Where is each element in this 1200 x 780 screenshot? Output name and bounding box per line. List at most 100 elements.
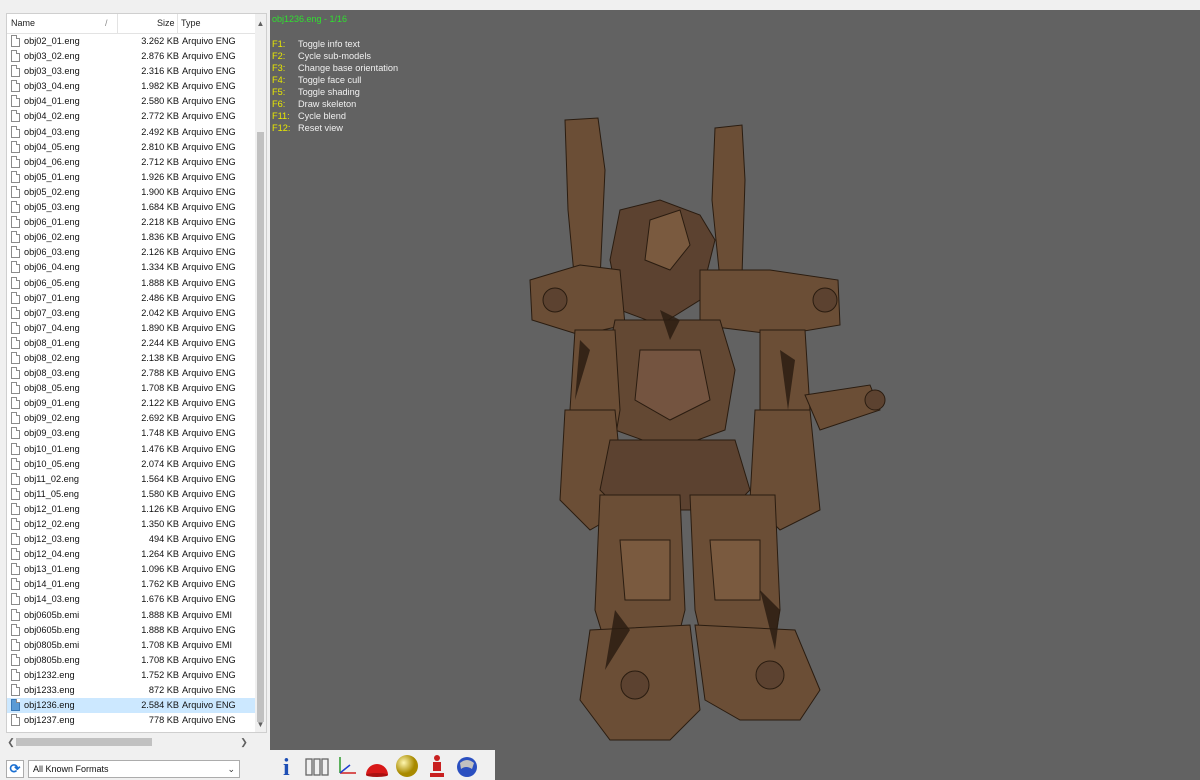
file-row[interactable]: obj14_01.eng 1.762 KB Arquivo ENG	[7, 577, 255, 592]
file-row[interactable]: obj11_05.eng 1.580 KB Arquivo ENG	[7, 487, 255, 502]
file-row[interactable]: obj06_01.eng 2.218 KB Arquivo ENG	[7, 215, 255, 230]
file-name: obj04_03.eng	[24, 126, 80, 137]
file-row[interactable]: obj03_02.eng 2.876 KB Arquivo ENG	[7, 49, 255, 64]
file-type: Arquivo ENG	[182, 247, 236, 258]
refresh-icon: ⟳	[9, 761, 21, 776]
shortcut-key: F1:	[272, 39, 286, 49]
file-row[interactable]: obj12_04.eng 1.264 KB Arquivo ENG	[7, 547, 255, 562]
file-row[interactable]: obj07_04.eng 1.890 KB Arquivo ENG	[7, 321, 255, 336]
file-row[interactable]: obj1236.eng 2.584 KB Arquivo ENG	[7, 698, 255, 714]
shortcut-key: F4:	[272, 75, 286, 85]
file-row[interactable]: obj0605b.eng 1.888 KB Arquivo ENG	[7, 623, 255, 638]
file-row[interactable]: obj03_04.eng 1.982 KB Arquivo ENG	[7, 79, 255, 94]
refresh-button[interactable]: ⟳	[6, 760, 24, 778]
file-row[interactable]: obj05_02.eng 1.900 KB Arquivo ENG	[7, 185, 255, 200]
file-row[interactable]: obj1232.eng 1.752 KB Arquivo ENG	[7, 668, 255, 683]
file-name: obj12_04.eng	[24, 549, 80, 560]
file-row[interactable]: obj13_01.eng 1.096 KB Arquivo ENG	[7, 562, 255, 577]
file-row[interactable]: obj10_01.eng 1.476 KB Arquivo ENG	[7, 442, 255, 457]
file-size: 1.926 KB	[141, 171, 179, 182]
shortcut-description: Change base orientation	[298, 63, 399, 73]
figure-button[interactable]	[422, 751, 452, 780]
file-type: Arquivo ENG	[182, 292, 236, 303]
file-row[interactable]: obj05_01.eng 1.926 KB Arquivo ENG	[7, 170, 255, 185]
vertical-scroll-thumb[interactable]	[257, 132, 264, 722]
horizontal-scrollbar[interactable]: ❮ ❯	[6, 736, 249, 748]
globe-button[interactable]	[452, 751, 482, 780]
file-row[interactable]: obj0805b.emi 1.708 KB Arquivo EMI	[7, 638, 255, 653]
robot-model[interactable]	[520, 110, 900, 750]
axes-button[interactable]	[332, 751, 362, 780]
file-name: obj07_04.eng	[24, 322, 80, 333]
file-type: Arquivo ENG	[182, 232, 236, 243]
file-type: Arquivo ENG	[182, 111, 236, 122]
vertical-scrollbar[interactable]: ▲ ▼	[255, 14, 266, 732]
file-row[interactable]: obj08_05.eng 1.708 KB Arquivo ENG	[7, 381, 255, 396]
file-row[interactable]: obj14_03.eng 1.676 KB Arquivo ENG	[7, 592, 255, 607]
file-name: obj12_03.eng	[24, 534, 80, 545]
file-row[interactable]: obj06_03.eng 2.126 KB Arquivo ENG	[7, 245, 255, 260]
file-type: Arquivo ENG	[182, 322, 236, 333]
file-row[interactable]: obj12_02.eng 1.350 KB Arquivo ENG	[7, 517, 255, 532]
shortcut-line: F1: Toggle info text	[272, 38, 398, 50]
file-row[interactable]: obj11_02.eng 1.564 KB Arquivo ENG	[7, 472, 255, 487]
file-row[interactable]: obj09_01.eng 2.122 KB Arquivo ENG	[7, 396, 255, 411]
file-row[interactable]: obj07_03.eng 2.042 KB Arquivo ENG	[7, 306, 255, 321]
file-list: Name / Size Type obj02_01.eng 3.262 KB Arq…	[6, 13, 267, 733]
file-row[interactable]: obj03_03.eng 2.316 KB Arquivo ENG	[7, 64, 255, 79]
column-resize-grip[interactable]: /	[105, 14, 108, 33]
file-size: 1.676 KB	[141, 594, 179, 605]
skeleton-button[interactable]	[302, 751, 332, 780]
horizontal-scroll-thumb[interactable]	[16, 738, 152, 746]
file-row[interactable]: obj06_02.eng 1.836 KB Arquivo ENG	[7, 230, 255, 245]
column-header-name[interactable]: Name	[11, 14, 35, 33]
file-row[interactable]: obj10_05.eng 2.074 KB Arquivo ENG	[7, 457, 255, 472]
scroll-down-arrow[interactable]: ▼	[255, 719, 266, 730]
file-icon	[11, 170, 20, 183]
file-row[interactable]: obj12_01.eng 1.126 KB Arquivo ENG	[7, 502, 255, 517]
file-icon	[11, 623, 20, 636]
file-row[interactable]: obj08_02.eng 2.138 KB Arquivo ENG	[7, 351, 255, 366]
file-row[interactable]: obj04_06.eng 2.712 KB Arquivo ENG	[7, 155, 255, 170]
file-type: Arquivo ENG	[182, 534, 236, 545]
file-name: obj04_06.eng	[24, 156, 80, 167]
column-divider[interactable]	[177, 14, 178, 33]
file-row[interactable]: obj08_03.eng 2.788 KB Arquivo ENG	[7, 366, 255, 381]
file-row[interactable]: obj04_03.eng 2.492 KB Arquivo ENG	[7, 125, 255, 140]
file-row[interactable]: obj04_02.eng 2.772 KB Arquivo ENG	[7, 109, 255, 124]
sphere-button[interactable]	[392, 751, 422, 780]
scroll-up-arrow[interactable]: ▲	[255, 18, 266, 29]
file-row[interactable]: obj09_02.eng 2.692 KB Arquivo ENG	[7, 411, 255, 426]
file-type: Arquivo ENG	[182, 715, 236, 726]
file-row[interactable]: obj07_01.eng 2.486 KB Arquivo ENG	[7, 291, 255, 306]
file-type: Arquivo ENG	[182, 519, 236, 529]
file-row[interactable]: obj04_05.eng 2.810 KB Arquivo ENG	[7, 140, 255, 155]
file-row[interactable]: obj09_03.eng 1.748 KB Arquivo ENG	[7, 426, 255, 441]
file-row[interactable]: obj02_01.eng 3.262 KB Arquivo ENG	[7, 34, 255, 49]
hemisphere-button[interactable]	[362, 751, 392, 780]
file-row[interactable]: obj12_03.eng 494 KB Arquivo ENG	[7, 532, 255, 547]
file-row[interactable]: obj1233.eng 872 KB Arquivo ENG	[7, 683, 255, 698]
file-icon	[11, 351, 20, 364]
file-row[interactable]: obj05_03.eng 1.684 KB Arquivo ENG	[7, 200, 255, 215]
file-row[interactable]: obj04_01.eng 2.580 KB Arquivo ENG	[7, 94, 255, 109]
file-row[interactable]: obj06_04.eng 1.334 KB Arquivo ENG	[7, 260, 255, 275]
column-header-size[interactable]: Size	[157, 14, 175, 33]
info-button[interactable]: i	[272, 751, 302, 780]
file-row[interactable]: obj08_01.eng 2.244 KB Arquivo ENG	[7, 336, 255, 351]
file-size: 1.580 KB	[141, 488, 179, 499]
column-header-type[interactable]: Type	[181, 14, 201, 33]
file-name: obj13_01.eng	[24, 564, 80, 575]
file-row[interactable]: obj1237.eng 778 KB Arquivo ENG	[7, 713, 255, 728]
scroll-left-arrow[interactable]: ❮	[6, 736, 16, 748]
file-name: obj0605b.emi	[24, 609, 80, 620]
file-row[interactable]: obj0805b.eng 1.708 KB Arquivo ENG	[7, 653, 255, 668]
file-size: 1.350 KB	[141, 519, 179, 529]
scroll-right-arrow[interactable]: ❯	[239, 736, 249, 748]
format-filter-select[interactable]: All Known Formats ⌄	[28, 760, 240, 778]
3d-viewport[interactable]: obj1236.eng - 1/16 F1: Toggle info text F2…	[270, 10, 1200, 780]
file-row[interactable]: obj0605b.emi 1.888 KB Arquivo EMI	[7, 608, 255, 623]
file-row[interactable]: obj06_05.eng 1.888 KB Arquivo ENG	[7, 276, 255, 291]
column-divider[interactable]	[117, 14, 118, 33]
file-size: 1.334 KB	[141, 262, 179, 273]
